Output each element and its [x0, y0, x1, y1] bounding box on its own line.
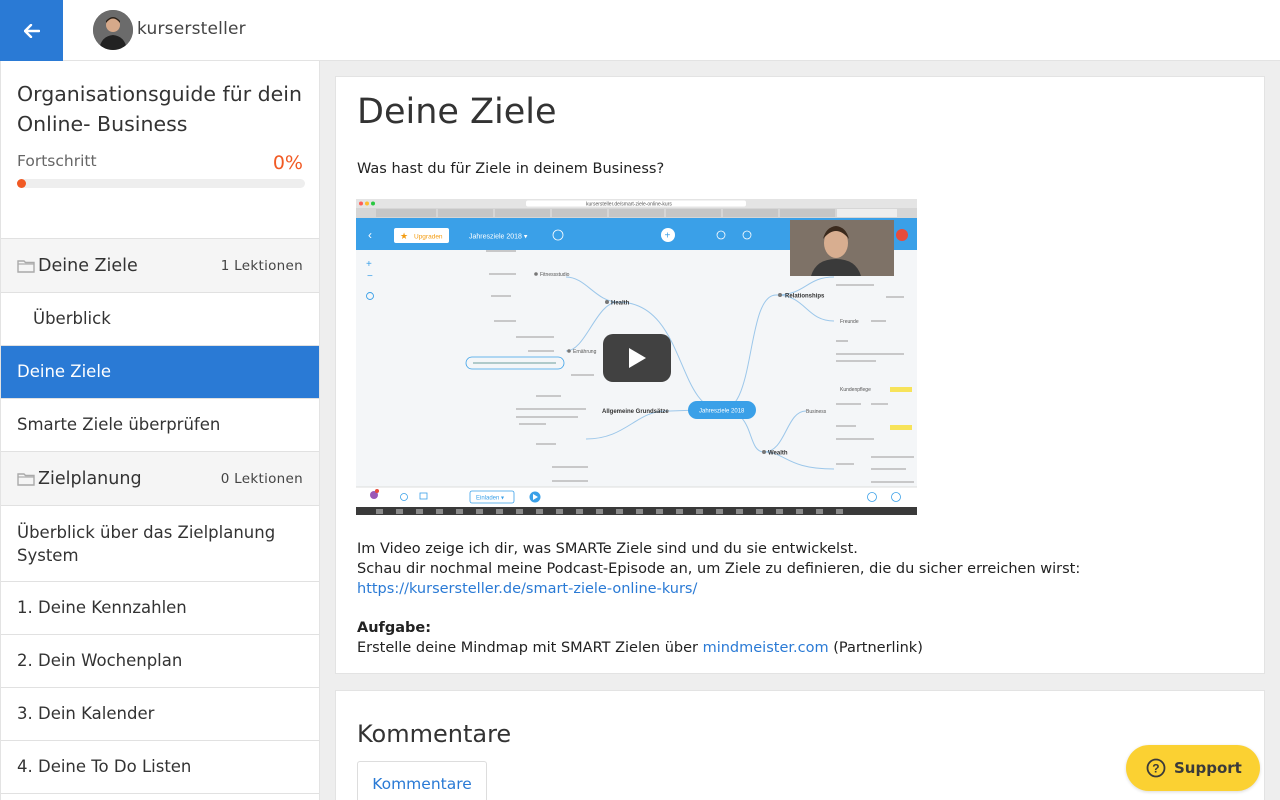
podcast-link[interactable]: https://kursersteller.de/smart-ziele-onl…	[357, 581, 697, 597]
back-button[interactable]	[0, 0, 63, 61]
lesson-label: Smarte Ziele überprüfen	[17, 415, 221, 434]
svg-text:−: −	[367, 271, 373, 282]
progress-percentage: 0%	[272, 152, 303, 174]
svg-text:Einladen ▾: Einladen ▾	[476, 496, 504, 502]
lesson-label: Überblick	[33, 309, 111, 328]
lesson-wochenplan[interactable]: 2. Dein Wochenplan	[1, 635, 319, 688]
folder-icon	[17, 473, 35, 486]
lesson-kalender[interactable]: 3. Dein Kalender	[1, 688, 319, 741]
lesson-label: 4. Deine To Do Listen	[17, 757, 192, 776]
task-heading: Aufgabe:	[357, 620, 432, 636]
svg-text:+: +	[366, 259, 372, 270]
progress-bar-fill	[17, 179, 26, 188]
section-name: Zielplanung	[38, 469, 142, 489]
lesson-title: Deine Ziele	[357, 92, 557, 132]
lesson-zielplanung-ueberblick[interactable]: Überblick über das Zielplanung System	[1, 506, 319, 582]
svg-text:Ernährung: Ernährung	[573, 349, 597, 355]
lesson-label: 3. Dein Kalender	[17, 704, 155, 723]
help-icon: ?	[1146, 758, 1166, 778]
lesson-label: Deine Ziele	[17, 362, 112, 381]
svg-text:Freunde: Freunde	[840, 319, 859, 325]
task-text: Erstelle deine Mindmap mit SMART Zielen …	[357, 640, 923, 656]
lesson-question: Was hast du für Ziele in deinem Business…	[357, 161, 665, 177]
svg-text:Relationships: Relationships	[785, 294, 825, 300]
sidebar: Organisationsguide für dein Online- Busi…	[0, 61, 320, 800]
lesson-content-card: Deine Ziele Was hast du für Ziele in dei…	[335, 76, 1265, 674]
brand-name[interactable]: kursersteller	[137, 19, 246, 39]
comments-tab[interactable]: Kommentare	[357, 761, 487, 800]
description-line: Im Video zeige ich dir, was SMARTe Ziele…	[357, 541, 858, 557]
comments-title: Kommentare	[357, 720, 512, 748]
progress-label: Fortschritt	[17, 152, 97, 170]
lesson-kennzahlen[interactable]: 1. Deine Kennzahlen	[1, 582, 319, 635]
task-body: Erstelle deine Mindmap mit SMART Zielen …	[357, 640, 698, 656]
svg-text:‹: ‹	[368, 228, 372, 242]
mindmeister-link[interactable]: mindmeister.com	[703, 640, 829, 656]
section-zielplanung[interactable]: Zielplanung 0 Lektionen	[1, 452, 319, 506]
progress-bar	[17, 179, 305, 188]
lesson-label: 2. Dein Wochenplan	[17, 651, 183, 670]
lesson-description: Im Video zeige ich dir, was SMARTe Ziele…	[357, 539, 1237, 599]
support-label: Support	[1174, 759, 1242, 777]
lesson-deine-ziele[interactable]: Deine Ziele	[1, 346, 319, 399]
svg-text:Fitnessstudio: Fitnessstudio	[540, 272, 570, 278]
lesson-ueberblick[interactable]: Überblick	[1, 293, 319, 346]
svg-text:Allgemeine Grundsätze: Allgemeine Grundsätze	[602, 409, 669, 415]
top-bar: kursersteller	[0, 0, 1280, 61]
arrow-left-icon	[23, 23, 40, 38]
task-suffix: (Partnerlink)	[833, 640, 923, 656]
svg-text:Business: Business	[806, 409, 827, 415]
lesson-label: Überblick über das Zielplanung System	[17, 523, 276, 565]
section-deine-ziele[interactable]: Deine Ziele 1 Lektionen	[1, 239, 319, 293]
play-icon	[629, 348, 646, 368]
course-title: Organisationsguide für dein Online- Busi…	[17, 82, 302, 136]
svg-text:kursersteller.de/smart-ziele-o: kursersteller.de/smart-ziele-online-kurs	[586, 202, 672, 208]
avatar[interactable]	[93, 10, 133, 50]
section-name: Deine Ziele	[38, 256, 138, 276]
svg-text:Health: Health	[611, 301, 630, 307]
lesson-todo-listen[interactable]: 4. Deine To Do Listen	[1, 741, 319, 794]
svg-text:?: ?	[1152, 762, 1159, 776]
folder-icon	[17, 260, 35, 273]
svg-text:Kundenpflege: Kundenpflege	[840, 387, 871, 393]
svg-text:Upgraden: Upgraden	[414, 234, 443, 241]
svg-text:★: ★	[400, 231, 408, 241]
svg-text:Wealth: Wealth	[768, 451, 788, 457]
section-lesson-count: 0 Lektionen	[220, 471, 303, 487]
lesson-label: 1. Deine Kennzahlen	[17, 598, 187, 617]
lesson-smarte-ziele[interactable]: Smarte Ziele überprüfen	[1, 399, 319, 452]
section-lesson-count: 1 Lektionen	[220, 258, 303, 274]
comments-card: Kommentare Kommentare	[335, 690, 1265, 800]
description-line: Schau dir nochmal meine Podcast-Episode …	[357, 561, 1081, 577]
svg-text:+: +	[665, 231, 671, 242]
svg-text:Jahresziele 2018 ▾: Jahresziele 2018 ▾	[469, 234, 528, 241]
support-button[interactable]: ? Support	[1126, 745, 1260, 791]
course-header: Organisationsguide für dein Online- Busi…	[1, 61, 319, 239]
video-play-button[interactable]	[603, 334, 671, 382]
svg-text:Jahresziele 2018: Jahresziele 2018	[699, 409, 745, 415]
video-player[interactable]: kursersteller.de/smart-ziele-online-kurs…	[356, 199, 917, 515]
